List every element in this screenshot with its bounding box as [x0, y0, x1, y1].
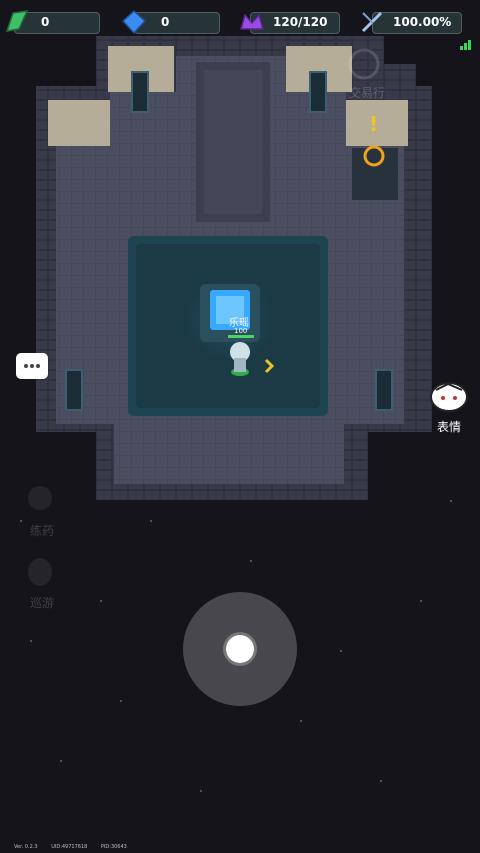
chat-bubble-icon — [24, 364, 40, 368]
player-hp-fill — [228, 335, 254, 338]
player-hp: 100 — [234, 327, 248, 335]
progress-counter[interactable]: 100.00% — [361, 11, 462, 34]
signal-strength-icon — [460, 40, 472, 50]
blue-gem-icon — [121, 9, 147, 35]
resource-bar: 0 0 120/120 100.00% — [0, 9, 480, 36]
emote-label: 表情 — [436, 420, 461, 434]
patrol-menu-label[interactable]: 巡游 — [22, 594, 62, 611]
green-crystal-icon — [5, 10, 29, 32]
energy-counter[interactable]: 0 — [5, 10, 100, 34]
trade-house-label[interactable]: 交易行 — [349, 84, 385, 101]
gem-value: 0 — [161, 15, 170, 29]
progress-value: 100.00% — [393, 15, 452, 29]
purple-crown-icon — [240, 13, 264, 30]
pid-text: PID:30643 — [100, 844, 127, 850]
joystick-knob[interactable] — [226, 635, 254, 663]
stamina-value: 120/120 — [273, 15, 328, 29]
potion-menu-icon — [28, 486, 52, 510]
dungeon-room — [36, 36, 432, 500]
potion-menu-label[interactable]: 练药 — [22, 522, 62, 539]
emote-button[interactable] — [428, 380, 470, 414]
player-hp-bar — [228, 335, 254, 338]
chat-button[interactable] — [16, 353, 48, 379]
wall-top-far-left — [48, 100, 110, 146]
player-character — [230, 342, 250, 376]
version-footer: Ver. 0.2.3 UID:49717618 PID:30643 — [14, 844, 139, 850]
uid-text: UID:49717618 — [51, 844, 88, 850]
npc-pedestal — [352, 148, 398, 200]
version-text: Ver. 0.2.3 — [14, 844, 38, 850]
npc-alert: ! — [369, 112, 379, 136]
energy-value: 0 — [41, 15, 50, 29]
emote-face-icon — [430, 382, 468, 412]
virtual-joystick[interactable] — [183, 592, 297, 706]
patrol-menu-icon — [28, 558, 52, 586]
crossed-swords-icon — [361, 11, 383, 33]
gem-counter[interactable]: 0 — [121, 9, 220, 35]
stamina-counter[interactable]: 120/120 — [240, 12, 340, 34]
